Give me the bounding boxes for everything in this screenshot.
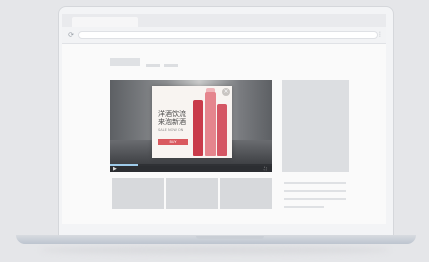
address-bar[interactable] bbox=[78, 31, 378, 39]
sidebar-text-placeholder bbox=[284, 190, 346, 192]
laptop-shadow bbox=[40, 246, 390, 254]
video-thumbnail[interactable] bbox=[166, 178, 218, 209]
close-icon[interactable]: × bbox=[222, 88, 230, 96]
nav-link-placeholder[interactable] bbox=[146, 64, 160, 67]
sidebar-ad-placeholder[interactable] bbox=[282, 80, 349, 172]
sidebar-text-placeholder bbox=[284, 182, 346, 184]
product-bottle-image bbox=[193, 100, 203, 156]
ad-headline-line2: 来泡新酒 bbox=[158, 118, 186, 126]
video-thumbnail[interactable] bbox=[112, 178, 164, 209]
refresh-icon[interactable]: ⟳ bbox=[67, 31, 75, 39]
ad-headline-line1: 洋酒饮流 bbox=[158, 110, 186, 118]
ad-subtext: SALE NOW ON bbox=[158, 128, 184, 132]
product-bottle-image bbox=[217, 104, 227, 156]
product-bottle-image bbox=[205, 92, 216, 156]
video-thumbnail[interactable] bbox=[220, 178, 272, 209]
play-icon[interactable]: ▶ bbox=[113, 166, 117, 172]
menu-icon[interactable]: ⋮ bbox=[377, 31, 383, 39]
nav-link-placeholder[interactable] bbox=[164, 64, 178, 67]
fullscreen-icon[interactable]: ⛶ bbox=[264, 166, 267, 172]
video-controls-bar bbox=[110, 166, 272, 172]
browser-tab[interactable] bbox=[72, 17, 138, 27]
site-logo[interactable] bbox=[110, 58, 140, 66]
laptop-notch bbox=[196, 236, 264, 239]
sidebar-text-placeholder bbox=[284, 206, 324, 208]
ad-cta-button[interactable]: BUY bbox=[158, 139, 188, 145]
sidebar-text-placeholder bbox=[284, 198, 346, 200]
